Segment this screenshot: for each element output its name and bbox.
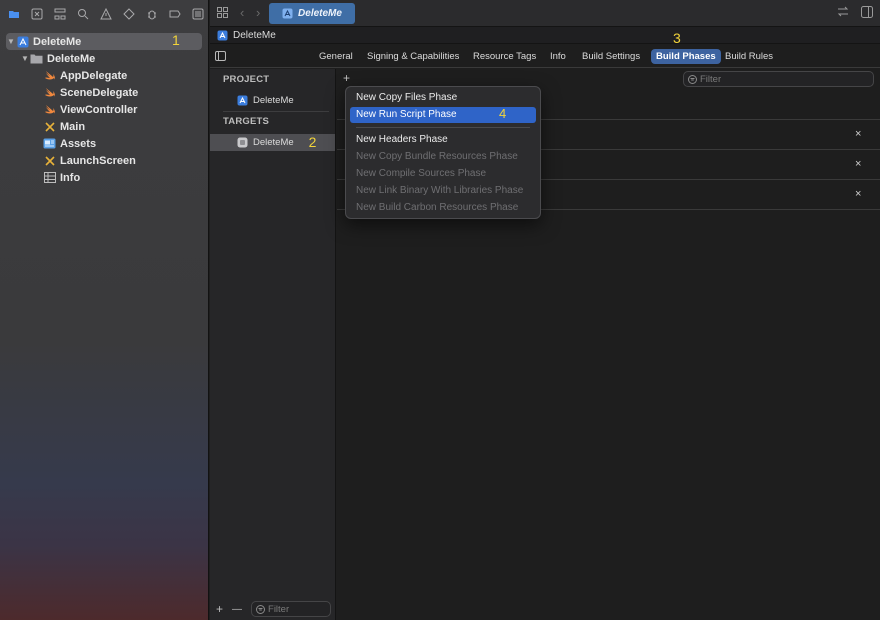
project-settings-tabs: General Signing & Capabilities Resource …: [210, 30, 880, 68]
tab-build-settings[interactable]: Build Settings: [577, 49, 645, 64]
tab-signing-capabilities[interactable]: Signing & Capabilities: [362, 49, 464, 64]
project-navigator: ▼ DeleteMe 1 ▼ DeleteMe AppDelegate Scen…: [0, 0, 209, 620]
swift-file-icon: [43, 69, 56, 82]
editor-tab-bar: ‹ › DeleteMe: [210, 0, 880, 27]
tab-document-label: DeleteMe: [298, 8, 342, 19]
step-annotation: 3: [673, 30, 681, 46]
targets-filter-field[interactable]: Filter: [251, 601, 332, 617]
filter-icon: [256, 604, 266, 614]
debug-icon[interactable]: [144, 7, 159, 22]
menu-item-new-compile-sources-phase: New Compile Sources Phase: [356, 168, 487, 179]
menu-item-new-build-carbon-resources-phase: New Build Carbon Resources Phase: [356, 202, 519, 213]
menu-item-new-copy-files-phase[interactable]: New Copy Files Phase: [350, 90, 536, 106]
targets-footer: + — Filter: [210, 598, 336, 620]
tree-item-project[interactable]: ▼ DeleteMe 1: [6, 32, 202, 50]
chevron-down-icon[interactable]: ▼: [6, 37, 16, 46]
step-annotation: 1: [172, 32, 180, 48]
grid-icon[interactable]: [217, 7, 228, 21]
step-annotation: 2: [308, 133, 317, 150]
tree-item-label: DeleteMe: [47, 52, 96, 65]
app-target-icon: [237, 137, 248, 148]
xcode-project-icon: [282, 8, 293, 19]
tree-item-label: Assets: [60, 137, 97, 150]
tree-item-file[interactable]: SceneDelegate: [0, 84, 209, 101]
tree-item-file[interactable]: AppDelegate: [0, 67, 209, 84]
issue-icon[interactable]: [98, 7, 113, 22]
back-icon[interactable]: ‹: [240, 5, 244, 20]
phases-filter-placeholder: Filter: [700, 73, 722, 85]
storyboard-icon: [43, 154, 56, 167]
tab-general[interactable]: General: [314, 49, 358, 64]
project-item-label: DeleteMe: [253, 95, 294, 106]
tree-item-label: LaunchScreen: [60, 154, 136, 167]
tree-item-file[interactable]: Main: [0, 118, 209, 135]
divider: [223, 111, 329, 112]
storyboard-icon: [43, 120, 56, 133]
tree-item-label: ViewController: [60, 103, 138, 116]
remove-phase-button[interactable]: ×: [855, 158, 861, 170]
swift-file-icon: [43, 103, 56, 116]
navigator-toolbar: [0, 0, 209, 28]
xcode-project-icon: [16, 35, 29, 48]
add-build-phase-button[interactable]: +: [343, 71, 350, 85]
tree-item-group[interactable]: ▼ DeleteMe: [0, 50, 209, 67]
swift-file-icon: [43, 86, 56, 99]
new-build-phase-menu: New Copy Files Phase New Run Script Phas…: [345, 86, 541, 219]
folder-icon: [30, 52, 43, 65]
test-icon[interactable]: [121, 7, 136, 22]
menu-item-new-copy-bundle-resources-phase: New Copy Bundle Resources Phase: [356, 151, 518, 162]
tab-resource-tags[interactable]: Resource Tags: [468, 49, 541, 64]
add-target-button[interactable]: +: [216, 602, 223, 616]
project-header: PROJECT: [223, 74, 270, 85]
sidebar-toggle-icon[interactable]: [215, 51, 226, 61]
folder-icon[interactable]: [6, 7, 21, 22]
remove-target-button[interactable]: —: [232, 604, 242, 615]
find-icon[interactable]: [75, 7, 90, 22]
report-icon[interactable]: [190, 7, 205, 22]
tree-item-label: Main: [60, 120, 86, 133]
plist-icon: [43, 171, 56, 184]
tab-info[interactable]: Info: [545, 49, 571, 64]
remove-phase-button[interactable]: ×: [855, 128, 861, 140]
breakpoint-icon[interactable]: [167, 7, 182, 22]
tab-document[interactable]: DeleteMe: [269, 3, 355, 24]
chevron-down-icon[interactable]: ▼: [20, 54, 30, 63]
jump-bar: DeleteMe: [210, 27, 880, 44]
tree-item-file[interactable]: Assets: [0, 135, 209, 152]
tree-item-file[interactable]: LaunchScreen: [0, 152, 209, 169]
jump-bar-project[interactable]: DeleteMe: [233, 30, 276, 41]
hierarchy-icon[interactable]: [52, 7, 67, 22]
source-control-icon[interactable]: [29, 7, 44, 22]
target-item[interactable]: DeleteMe 2: [210, 134, 335, 151]
phases-filter-field[interactable]: Filter: [683, 71, 874, 87]
remove-phase-button[interactable]: ×: [855, 188, 861, 200]
forward-icon[interactable]: ›: [256, 5, 260, 20]
tab-build-phases[interactable]: Build Phases: [651, 49, 721, 64]
tab-build-rules[interactable]: Build Rules: [720, 49, 778, 64]
inspector-toggle-icon[interactable]: [861, 6, 873, 21]
menu-item-new-run-script-phase[interactable]: New Run Script Phase 4: [350, 106, 536, 123]
tree-item-label: SceneDelegate: [60, 86, 139, 99]
tree-item-label: Info: [60, 171, 81, 184]
xcode-project-icon: [217, 30, 228, 40]
step-annotation: 4: [499, 106, 507, 121]
target-item-label: DeleteMe: [253, 137, 294, 148]
tree-item-file[interactable]: Info: [0, 169, 209, 186]
tree-item-label: AppDelegate: [60, 69, 128, 82]
swap-arrows-icon[interactable]: [837, 6, 849, 20]
asset-catalog-icon: [43, 137, 56, 150]
targets-filter-placeholder: Filter: [268, 603, 290, 615]
targets-header: TARGETS: [223, 116, 270, 127]
menu-item-new-headers-phase[interactable]: New Headers Phase: [350, 132, 536, 148]
tree-item-label: DeleteMe: [33, 35, 82, 48]
xcode-project-icon: [237, 95, 248, 106]
filter-icon: [688, 74, 697, 84]
menu-separator: [356, 127, 530, 128]
targets-pane: PROJECT DeleteMe TARGETS DeleteMe 2 + — …: [210, 69, 336, 620]
menu-item-new-link-binary-phase: New Link Binary With Libraries Phase: [356, 185, 524, 196]
menu-item-label: New Run Script Phase: [356, 109, 457, 120]
tree-item-file[interactable]: ViewController: [0, 101, 209, 118]
project-item[interactable]: DeleteMe: [210, 92, 335, 109]
